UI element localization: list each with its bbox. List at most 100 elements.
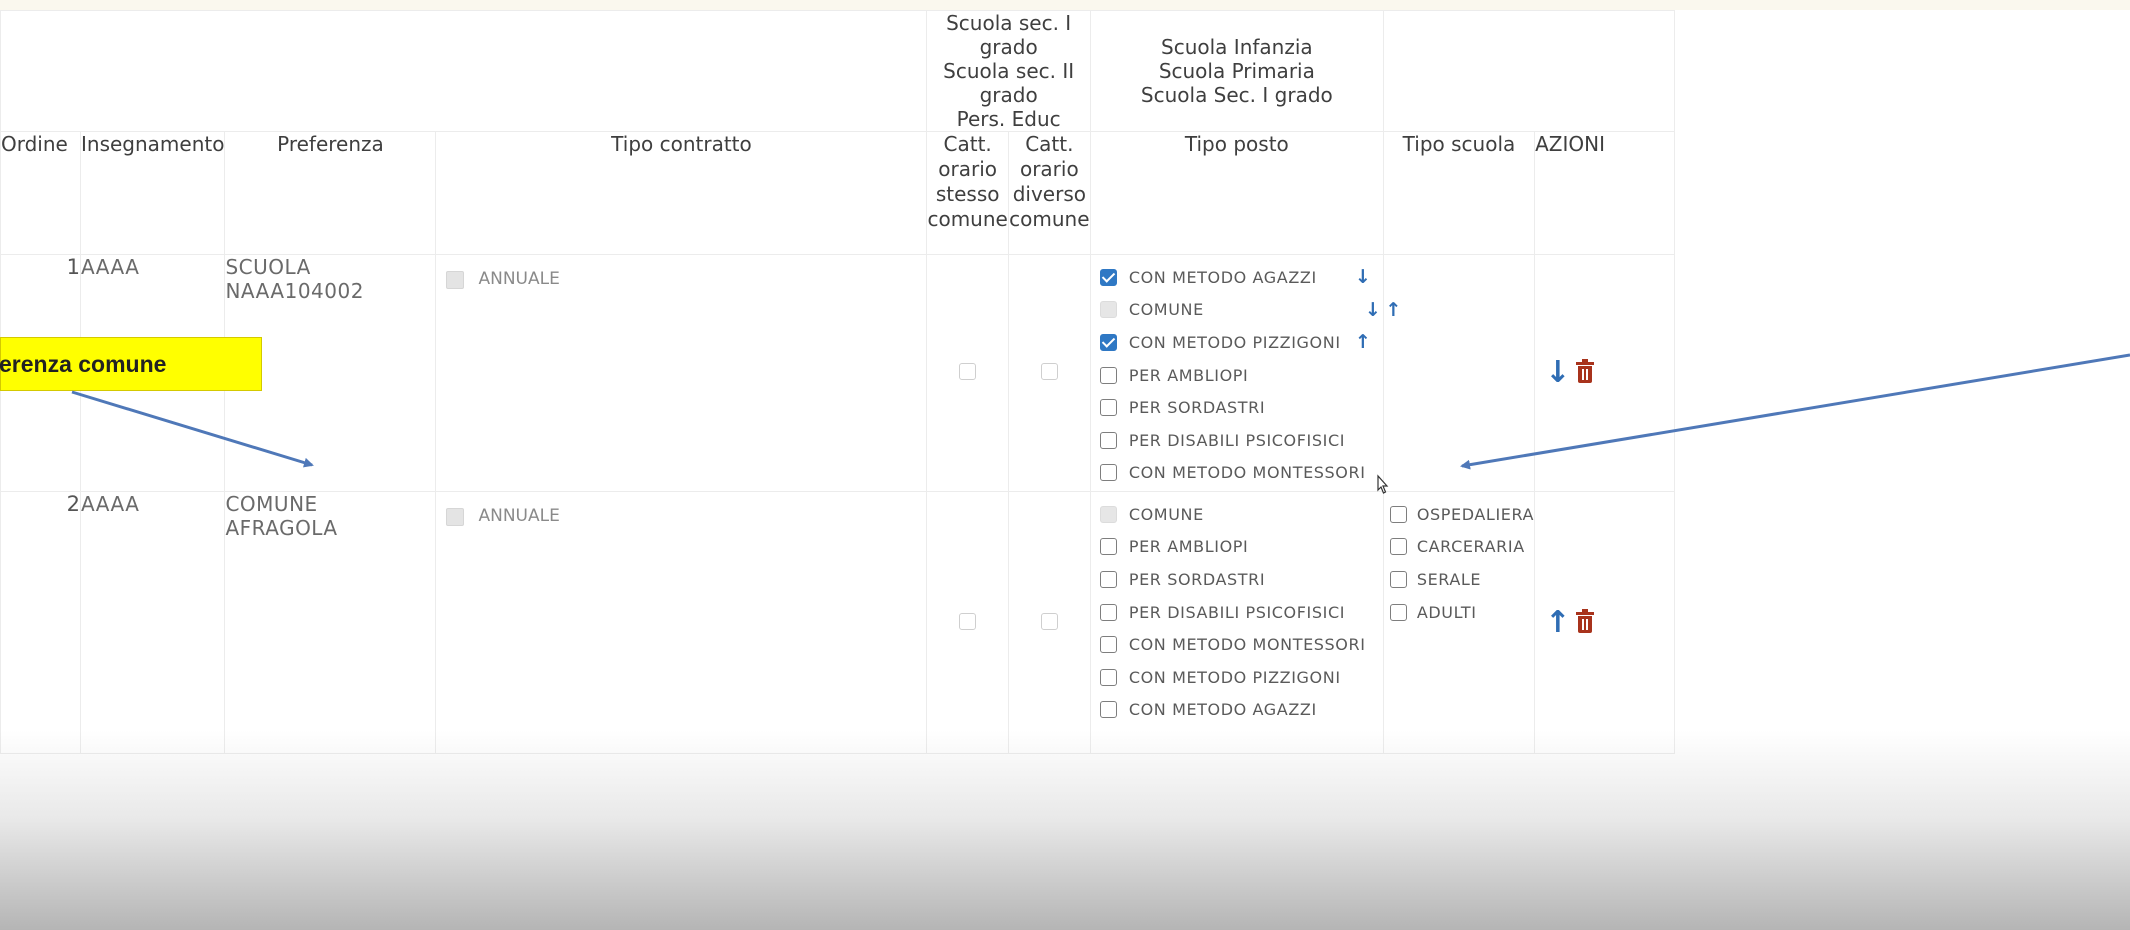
option-label: COMUNE [1128, 300, 1204, 320]
tipo-posto-option[interactable]: PER AMBLIOPI [1091, 531, 1383, 564]
option-label: CON METODO AGAZZI [1128, 267, 1317, 287]
option-checkbox[interactable] [1389, 570, 1407, 588]
group-header-row: Scuola sec. I grado Scuola sec. II grado… [0, 10, 1676, 132]
group-header-catt: Scuola sec. I grado Scuola sec. II grado… [926, 10, 1091, 132]
option-checkbox[interactable] [1099, 366, 1117, 384]
reorder-arrows[interactable]: ↓ [1355, 261, 1395, 293]
arrow-down-icon[interactable]: ↓ [1365, 299, 1382, 321]
row-insegnamento: AAAA [79, 491, 226, 754]
bottom-fade-overlay [0, 730, 2130, 930]
contract-checkbox[interactable] [446, 271, 465, 289]
catt-diverso-checkbox[interactable] [1040, 363, 1058, 380]
catt-diverso-cell [1007, 491, 1091, 754]
arrow-up-icon[interactable]: ↑ [1355, 331, 1372, 353]
tipo-posto-option[interactable]: CON METODO PIZZIGONI [1091, 661, 1383, 694]
catt-diverso-checkbox[interactable] [1040, 612, 1058, 630]
annotation-callout: erenza comune [0, 337, 262, 391]
tipo-scuola-option[interactable]: ADULTI [1384, 596, 1534, 629]
tipo-posto-option[interactable]: CON METODO PIZZIGONI ↑ [1091, 326, 1383, 359]
callout-text: erenza comune [0, 350, 167, 377]
option-checkbox [1099, 505, 1117, 523]
option-checkbox[interactable] [1099, 668, 1117, 686]
tipo-scuola-option[interactable]: CARCERARIA [1384, 531, 1534, 564]
arrow-down-icon[interactable]: ↓ [1355, 266, 1372, 288]
header-line: comune [927, 207, 1008, 231]
option-checkbox[interactable] [1099, 538, 1117, 556]
option-label: CON METODO MONTESSORI [1128, 635, 1366, 655]
option-checkbox[interactable] [1099, 431, 1117, 449]
group-header-empty-right [1382, 10, 1676, 132]
reorder-arrows[interactable]: ↓ ↑ [1365, 294, 1405, 326]
tipo-posto-option[interactable]: PER DISABILI PSICOFISICI [1091, 424, 1383, 457]
option-checkbox[interactable] [1099, 570, 1117, 588]
option-checkbox[interactable] [1099, 333, 1117, 351]
tipo-posto-option[interactable]: PER DISABILI PSICOFISICI [1091, 596, 1383, 629]
group-header-line: Scuola sec. II grado [943, 59, 1075, 107]
tipo-posto-option[interactable]: PER SORDASTRI [1091, 391, 1383, 424]
tipo-posto-option[interactable]: CON METODO AGAZZI ↓ [1091, 261, 1383, 294]
header-tipo-contratto: Tipo contratto [435, 131, 928, 255]
header-line: comune [1009, 207, 1090, 231]
tipo-posto-option[interactable]: PER SORDASTRI [1091, 563, 1383, 596]
column-header-row: Ordine Insegnamento Preferenza Tipo cont… [0, 131, 1676, 255]
contract-label: ANNUALE [478, 269, 560, 289]
trash-icon[interactable] [1576, 359, 1595, 384]
catt-stesso-checkbox[interactable] [959, 363, 977, 380]
header-azioni: AZIONI [1534, 131, 1676, 255]
option-label: OSPEDALIERA [1416, 504, 1535, 524]
tipo-posto-option[interactable]: COMUNE [1091, 498, 1383, 531]
header-line: orario [1019, 157, 1079, 181]
catt-stesso-cell [926, 254, 1009, 492]
trash-icon[interactable] [1576, 608, 1595, 634]
group-header-line: Scuola Primaria [1158, 59, 1315, 83]
header-line: diverso [1012, 182, 1086, 206]
contract-checkbox[interactable] [446, 508, 465, 526]
option-checkbox[interactable] [1099, 701, 1117, 719]
move-up-icon[interactable]: ↑ [1545, 607, 1570, 638]
header-catt-stesso-comune: Catt. orario stesso comune [926, 131, 1009, 255]
option-checkbox[interactable] [1099, 464, 1117, 482]
reorder-arrows[interactable]: ↑ [1355, 326, 1395, 358]
azioni-cell: ↑ [1534, 491, 1676, 754]
contract-label: ANNUALE [478, 506, 560, 526]
header-line: Catt. [1025, 132, 1074, 156]
option-checkbox[interactable] [1099, 399, 1117, 417]
tipo-scuola-cell: OSPEDALIERA CARCERARIA SERALE ADULTI [1382, 491, 1536, 754]
tipo-posto-option[interactable]: CON METODO MONTESSORI [1091, 457, 1383, 490]
azioni-cell: ↓ [1534, 254, 1676, 492]
tipo-posto-option[interactable]: CON METODO AGAZZI [1091, 694, 1383, 727]
tipo-scuola-option[interactable]: SERALE [1384, 563, 1534, 596]
tipo-posto-option[interactable]: PER AMBLIOPI [1091, 359, 1383, 392]
tipo-posto-option[interactable]: COMUNE ↓ ↑ [1091, 294, 1401, 327]
group-header-line: Scuola sec. I grado [946, 11, 1072, 59]
group-header-line: Scuola Sec. I grado [1140, 83, 1333, 107]
header-line: orario [938, 157, 998, 181]
tipo-scuola-cell [1382, 254, 1536, 492]
tipo-posto-option[interactable]: CON METODO MONTESSORI [1091, 628, 1383, 661]
catt-stesso-cell [926, 491, 1009, 754]
option-label: CARCERARIA [1416, 537, 1525, 557]
option-label: PER DISABILI PSICOFISICI [1128, 602, 1346, 622]
option-checkbox[interactable] [1099, 603, 1117, 621]
option-label: PER DISABILI PSICOFISICI [1128, 430, 1346, 450]
catt-stesso-checkbox[interactable] [959, 612, 977, 630]
option-checkbox[interactable] [1389, 538, 1407, 556]
tipo-posto-cell: COMUNE PER AMBLIOPI PER SORDASTRI PER DI… [1089, 491, 1384, 754]
option-checkbox[interactable] [1099, 268, 1117, 286]
tipo-scuola-option[interactable]: OSPEDALIERA [1384, 498, 1534, 531]
row-ordine: 2 [0, 491, 81, 754]
option-label: PER AMBLIOPI [1128, 537, 1249, 557]
option-checkbox[interactable] [1099, 636, 1117, 654]
option-label: PER SORDASTRI [1128, 398, 1266, 418]
group-header-line: Pers. Educ [956, 107, 1061, 131]
option-label: COMUNE [1128, 504, 1204, 524]
table-row: 2 AAAA COMUNE AFRAGOLA ANNUALE COMUNE PE… [0, 491, 1676, 754]
top-strip [0, 0, 2130, 10]
option-checkbox[interactable] [1389, 603, 1407, 621]
option-label: ADULTI [1416, 602, 1477, 622]
arrow-up-icon[interactable]: ↑ [1385, 299, 1402, 321]
option-checkbox[interactable] [1389, 505, 1407, 523]
header-preferenza: Preferenza [224, 131, 437, 255]
option-label: CON METODO PIZZIGONI [1128, 667, 1341, 687]
move-down-icon[interactable]: ↓ [1545, 358, 1570, 388]
